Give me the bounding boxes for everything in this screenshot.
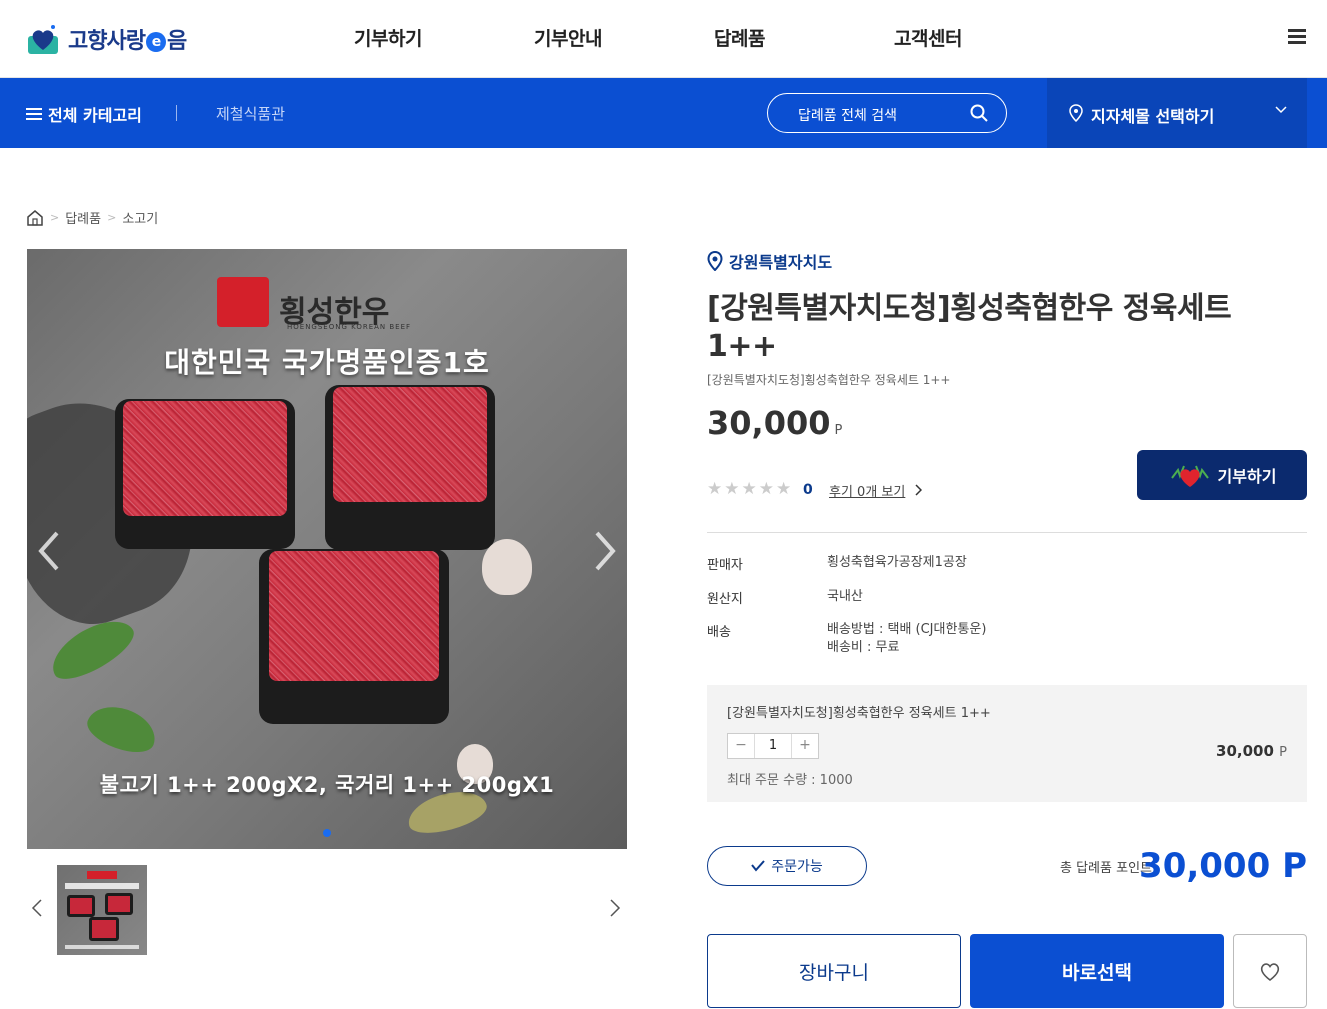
star-icon: ★	[741, 479, 757, 499]
cart-button[interactable]: 장바구니	[707, 934, 961, 1008]
price-unit: P	[834, 423, 843, 438]
search-icon[interactable]	[970, 104, 988, 122]
search-input[interactable]: 답례품 전체 검색	[767, 93, 1007, 133]
option-name: [강원특별자치도청]횡성축협한우 정육세트 1++	[727, 706, 991, 721]
buy-now-button-label: 바로선택	[1062, 961, 1132, 984]
chevron-right-icon[interactable]	[914, 484, 922, 496]
menu-icon[interactable]	[1288, 29, 1306, 45]
order-available-badge[interactable]: 주문가능	[707, 846, 867, 886]
quantity-stepper: − 1 +	[727, 733, 819, 759]
donate-button-label: 기부하기	[1217, 467, 1277, 486]
beef-meat	[123, 401, 287, 516]
herb-leaf	[82, 698, 162, 760]
order-available-label: 주문가능	[771, 859, 823, 875]
breadcrumb-gifts[interactable]: 답례품	[65, 208, 101, 227]
wishlist-button[interactable]	[1233, 934, 1307, 1008]
review-link[interactable]: 후기 0개 보기	[829, 481, 905, 500]
chevron-right-icon: >	[107, 211, 117, 224]
cart-button-label: 장바구니	[799, 961, 869, 984]
region-mall-select[interactable]: 지자체몰 선택하기	[1047, 78, 1307, 148]
product-price: 30,000 P	[707, 404, 842, 442]
chevron-right-icon[interactable]	[591, 529, 619, 573]
product-region: 강원특별자치도	[707, 249, 832, 273]
option-price-unit: P	[1279, 745, 1287, 760]
heart-icon	[1170, 465, 1209, 487]
info-value: 국내산	[827, 589, 863, 604]
product-main-image: 횡성한우 HOENGSEONG KOREAN BEEF 대한민국 국가명품인증1…	[27, 249, 627, 849]
check-icon	[751, 860, 765, 872]
region-select-label: 지자체몰 선택하기	[1091, 107, 1215, 126]
search-placeholder: 답례품 전체 검색	[798, 108, 898, 124]
divider	[176, 105, 177, 121]
buy-now-button[interactable]: 바로선택	[970, 934, 1224, 1008]
nav-donate[interactable]: 기부하기	[354, 24, 422, 51]
product-title: [강원특별자치도청]횡성축협한우 정육세트 1++	[707, 291, 1232, 364]
home-icon[interactable]	[26, 209, 44, 226]
region-name: 강원특별자치도	[729, 253, 833, 272]
donate-button[interactable]: 기부하기	[1137, 450, 1307, 500]
option-price-value: 30,000	[1216, 742, 1274, 760]
image-bottom-text: 불고기 1++ 200gX2, 국거리 1++ 200gX1	[99, 773, 555, 797]
category-bar: 전체 카테고리 제철식품관 답례품 전체 검색 지자체몰 선택하기	[0, 78, 1327, 148]
top-header: 고향사랑 e 음 기부하기 기부안내 답례품 고객센터	[0, 0, 1327, 78]
all-category-label: 전체 카테고리	[48, 106, 142, 125]
thumb-next-icon[interactable]	[608, 898, 622, 918]
nav-guide[interactable]: 기부안내	[534, 24, 602, 51]
info-value: 배송방법 : 택배 (CJ대한통운) 배송비 : 무료	[827, 621, 1227, 657]
all-category-button[interactable]: 전체 카테고리	[26, 102, 142, 126]
slide-indicator-dot[interactable]	[323, 829, 331, 837]
beef-meat	[333, 387, 487, 502]
chevron-left-icon[interactable]	[35, 529, 63, 573]
rating-stars: ★ ★ ★ ★ ★	[707, 480, 791, 498]
info-key: 원산지	[707, 592, 743, 607]
logo-text: 고향사랑 e 음	[68, 29, 187, 54]
brand-logo-image: 횡성한우 HOENGSEONG KOREAN BEEF	[217, 273, 437, 333]
thumb-prev-icon[interactable]	[30, 898, 44, 918]
option-price: 30,000 P	[1216, 742, 1287, 760]
option-box: [강원특별자치도청]횡성축협한우 정육세트 1++ − 1 + 30,000 P…	[707, 685, 1307, 802]
product-subtitle: [강원특별자치도청]횡성축협한우 정육세트 1++	[707, 373, 951, 387]
max-order-text: 최대 주문 수량 : 1000	[727, 773, 853, 788]
star-icon: ★	[776, 479, 792, 499]
total-points-value: 30,000 P	[1139, 846, 1307, 886]
seasonal-food-link[interactable]: 제철식품관	[216, 103, 285, 124]
image-headline: 대한민국 국가명품인증1호	[164, 346, 490, 379]
info-key: 배송	[707, 625, 731, 640]
site-logo[interactable]: 고향사랑 e 음	[26, 20, 187, 58]
location-pin-icon	[1069, 104, 1083, 122]
quantity-input[interactable]: 1	[754, 734, 792, 758]
nav-gifts[interactable]: 답례품	[714, 24, 765, 51]
heart-logo-icon	[28, 25, 58, 54]
garlic	[482, 539, 532, 595]
breadcrumb-beef[interactable]: 소고기	[122, 208, 158, 227]
info-value: 횡성축협육가공장제1공장	[827, 555, 967, 570]
star-icon: ★	[758, 479, 774, 499]
beef-meat	[269, 551, 439, 681]
star-icon: ★	[707, 479, 723, 499]
shipping-fee: 배송비 : 무료	[827, 640, 900, 655]
star-icon: ★	[724, 479, 740, 499]
heart-outline-icon	[1260, 963, 1280, 982]
shipping-method: 배송방법 : 택배 (CJ대한통운)	[827, 622, 987, 637]
info-key: 판매자	[707, 558, 743, 573]
product-thumbnail[interactable]	[57, 865, 147, 955]
plus-button[interactable]: +	[792, 734, 818, 758]
divider	[707, 532, 1307, 533]
brand-sub-text: HOENGSEONG KOREAN BEEF	[287, 323, 412, 331]
price-value: 30,000	[707, 404, 831, 442]
rating-count: 0	[803, 482, 813, 498]
minus-button[interactable]: −	[728, 734, 754, 758]
breadcrumb: > 답례품 > 소고기	[26, 208, 158, 227]
location-pin-icon	[707, 251, 723, 271]
nav-customer-center[interactable]: 고객센터	[894, 24, 962, 51]
chevron-down-icon	[1275, 106, 1287, 114]
hamburger-icon	[26, 105, 42, 123]
chevron-right-icon: >	[50, 211, 60, 224]
